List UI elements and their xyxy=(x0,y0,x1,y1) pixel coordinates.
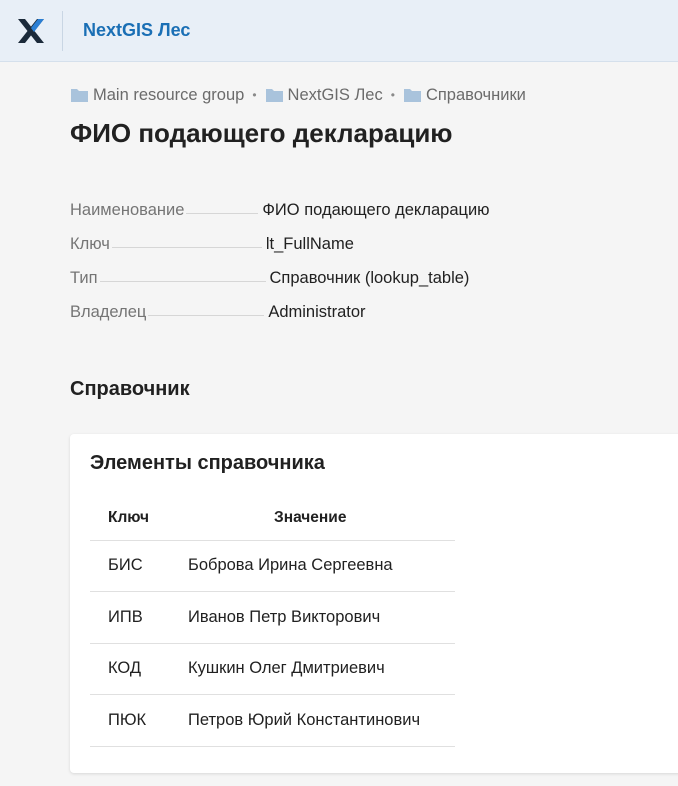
column-header-key: Ключ xyxy=(90,504,188,541)
lookup-items-card: Элементы справочника Ключ Значение БИС Б… xyxy=(70,434,678,773)
table-cell-key: БИС xyxy=(90,540,188,592)
lookup-items-table: Ключ Значение БИС Боброва Ирина Сергеевн… xyxy=(90,504,455,747)
table-cell-key: ИПВ xyxy=(90,591,188,644)
table-row: КОД Кушкин Олег Дмитриевич xyxy=(90,643,455,695)
property-leader-line xyxy=(148,315,265,316)
breadcrumb-label: Справочники xyxy=(425,85,526,104)
page-title: ФИО подающего декларацию xyxy=(70,118,453,148)
property-leader-line xyxy=(99,281,266,282)
breadcrumb-label: NextGIS Лес xyxy=(287,85,383,104)
nextgis-x-logo-icon xyxy=(18,18,44,43)
breadcrumb: Main resource group • NextGIS Лес • Спра… xyxy=(70,85,678,105)
breadcrumb-separator: • xyxy=(390,88,395,102)
table-row: ИПВ Иванов Петр Викторович xyxy=(90,591,455,644)
table-cell-value: Петров Юрий Константинович xyxy=(188,694,455,747)
column-header-value: Значение xyxy=(188,504,455,541)
app-header: NextGIS Лес xyxy=(0,0,678,62)
table-cell-value: Иванов Петр Викторович xyxy=(188,591,455,644)
table-cell-key: ПЮК xyxy=(90,694,188,747)
property-row-key: Ключ lt_FullName xyxy=(70,220,590,254)
folder-icon xyxy=(403,89,421,102)
property-leader-line xyxy=(111,247,262,248)
table-cell-value: Боброва Ирина Сергеевна xyxy=(188,540,455,592)
property-key: Ключ xyxy=(70,235,110,253)
property-key: Наименование xyxy=(70,201,185,219)
property-key: Владелец xyxy=(70,303,147,321)
table-header-row: Ключ Значение xyxy=(90,504,455,541)
property-value: Справочник (lookup_table) xyxy=(269,269,470,287)
property-row-name: Наименование ФИО подающего декларацию xyxy=(70,186,590,220)
property-key: Тип xyxy=(70,269,98,287)
property-leader-line xyxy=(186,213,259,214)
property-row-type: Тип Справочник (lookup_table) xyxy=(70,254,590,288)
breadcrumb-label: Main resource group xyxy=(93,85,245,104)
main-content: Main resource group • NextGIS Лес • Спра… xyxy=(0,85,678,773)
breadcrumb-item-spravochniki[interactable]: Справочники xyxy=(403,86,526,105)
folder-icon xyxy=(71,89,88,102)
app-title-link[interactable]: NextGIS Лес xyxy=(83,20,190,41)
breadcrumb-item-main-resource-group[interactable]: Main resource group xyxy=(70,86,244,105)
breadcrumb-separator: • xyxy=(252,88,257,102)
table-row: ПЮК Петров Юрий Константинович xyxy=(90,694,455,747)
section-title: Справочник xyxy=(70,378,190,400)
resource-properties: Наименование ФИО подающего декларацию Кл… xyxy=(70,186,590,322)
property-row-owner: Владелец Administrator xyxy=(70,288,590,322)
card-title: Элементы справочника xyxy=(90,452,325,474)
breadcrumb-item-nextgis-les[interactable]: NextGIS Лес xyxy=(265,86,383,105)
header-divider xyxy=(62,10,63,51)
property-value: Administrator xyxy=(268,303,366,321)
property-value: ФИО подающего декларацию xyxy=(262,201,490,219)
home-logo-link[interactable] xyxy=(0,0,62,62)
property-value: lt_FullName xyxy=(265,235,354,253)
table-cell-value: Кушкин Олег Дмитриевич xyxy=(188,643,455,695)
table-cell-key: КОД xyxy=(90,643,188,695)
table-row: БИС Боброва Ирина Сергеевна xyxy=(90,540,455,592)
folder-icon xyxy=(265,89,283,102)
